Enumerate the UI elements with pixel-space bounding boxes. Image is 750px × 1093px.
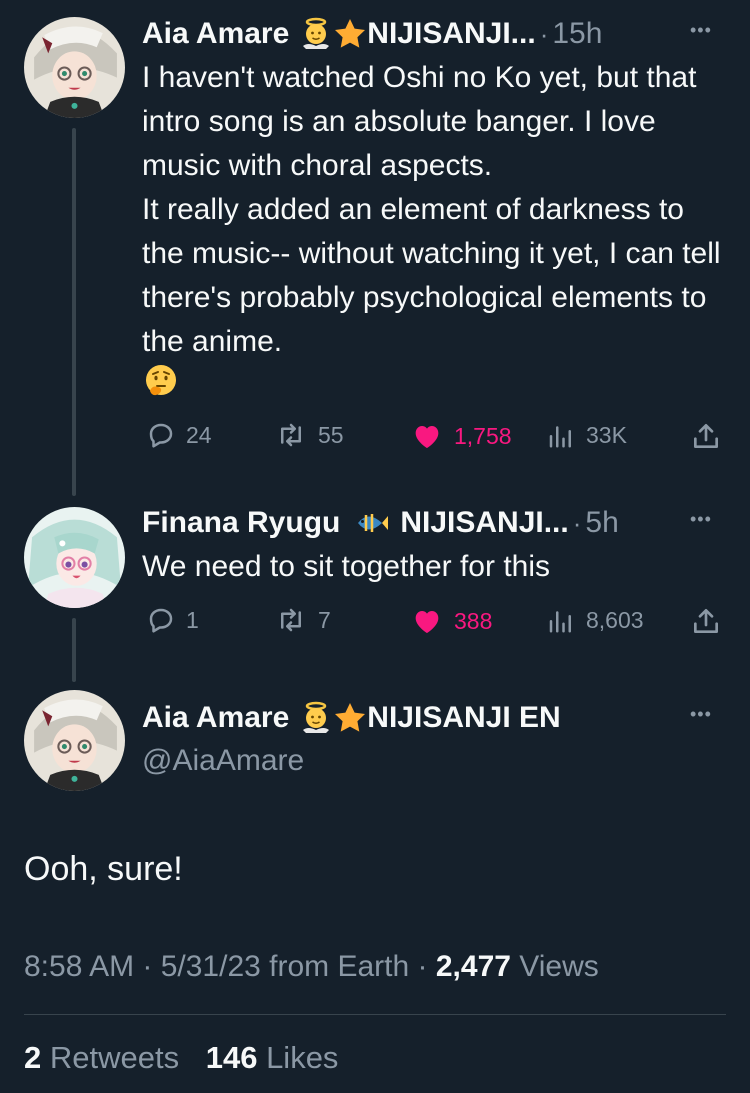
retweets-label: Retweets: [41, 1040, 180, 1075]
reply-icon: [146, 605, 176, 635]
reply-button[interactable]: 1: [146, 605, 199, 635]
main-tweet-text: Ooh, sure!: [24, 850, 183, 888]
tweet2-text: We need to sit together for this: [142, 550, 551, 583]
engagement-stats: 2 Retweets 146 Likes: [24, 1040, 338, 1076]
more-icon[interactable]: •••: [690, 704, 712, 725]
main-name-suffix[interactable]: NIJISANJI EN: [367, 700, 560, 736]
views-total: 2,477: [435, 950, 511, 983]
share-button[interactable]: [690, 420, 722, 452]
share-icon: [690, 420, 722, 452]
more-icon[interactable]: •••: [690, 509, 712, 530]
retweet-button[interactable]: 55: [274, 420, 344, 450]
views-icon: [546, 605, 576, 635]
timestamp[interactable]: 8:58 AM · 5/31/23 from Earth ·: [24, 950, 436, 983]
share-button[interactable]: [690, 605, 722, 637]
thread-line: [72, 128, 76, 496]
avatar-finana-ryugu[interactable]: [24, 507, 125, 608]
tweet1-time[interactable]: 15h: [552, 16, 602, 52]
tweet1-text: I haven't watched Oshi no Ko yet, but th…: [142, 61, 721, 358]
tweet2-header: Finana Ryugu NIJISANJI... · 5h: [142, 505, 619, 541]
heart-icon: [410, 420, 444, 452]
tweet1-header: Aia Amare NIJISANJI... · 15h: [142, 16, 602, 52]
reply-count: 24: [186, 421, 212, 448]
main-handle[interactable]: @AiaAmare: [142, 744, 304, 778]
divider: [24, 1014, 726, 1015]
tweet1-author-name[interactable]: Aia Amare: [142, 16, 289, 52]
separator-dot: ·: [539, 19, 549, 49]
thinking-face-emoji-icon: [144, 364, 178, 398]
main-header: Aia Amare NIJISANJI EN: [142, 700, 561, 736]
like-count: 1,758: [454, 422, 512, 449]
avatar-aia-amare[interactable]: [24, 690, 125, 791]
reply-button[interactable]: 24: [146, 420, 212, 450]
like-button[interactable]: 1,758: [410, 420, 512, 452]
likes-total: 146: [205, 1040, 258, 1075]
share-icon: [690, 605, 722, 637]
retweets-link[interactable]: 2 Retweets: [24, 1040, 179, 1075]
reply-icon: [146, 420, 176, 450]
views-icon: [546, 420, 576, 450]
thread-line: [72, 618, 76, 682]
tweet2-name-suffix[interactable]: NIJISANJI...: [400, 505, 568, 541]
likes-label: Likes: [257, 1040, 339, 1075]
tweet2-author-name[interactable]: Finana Ryugu: [142, 505, 340, 541]
likes-link[interactable]: 146 Likes: [206, 1040, 339, 1075]
retweet-count: 7: [318, 606, 331, 633]
like-button[interactable]: 388: [410, 605, 492, 637]
retweet-icon: [274, 605, 308, 635]
heart-icon: [410, 605, 444, 637]
avatar-aia-amare[interactable]: [24, 17, 125, 118]
views-button[interactable]: 8,603: [546, 605, 644, 635]
retweet-button[interactable]: 7: [274, 605, 331, 635]
like-count: 388: [454, 607, 493, 634]
separator-dot: ·: [572, 508, 582, 538]
views-button[interactable]: 33K: [546, 420, 627, 450]
views-count: 33K: [586, 421, 627, 448]
tweet-meta: 8:58 AM · 5/31/23 from Earth · 2,477 Vie…: [24, 950, 599, 984]
star-emoji-icon: [333, 701, 367, 735]
more-icon[interactable]: •••: [690, 20, 712, 41]
views-count: 8,603: [586, 606, 644, 633]
fish-emoji-icon: [352, 506, 392, 540]
retweet-count: 55: [318, 421, 344, 448]
tweet1-name-suffix[interactable]: NIJISANJI...: [367, 16, 535, 52]
tweet2-time[interactable]: 5h: [585, 505, 618, 541]
retweet-icon: [274, 420, 308, 450]
star-emoji-icon: [333, 17, 367, 51]
halo-baby-emoji-icon: [299, 701, 333, 735]
retweets-total: 2: [24, 1040, 42, 1075]
reply-count: 1: [186, 606, 199, 633]
main-author-name[interactable]: Aia Amare: [142, 700, 289, 736]
views-label: Views: [510, 950, 599, 983]
halo-baby-emoji-icon: [299, 17, 333, 51]
